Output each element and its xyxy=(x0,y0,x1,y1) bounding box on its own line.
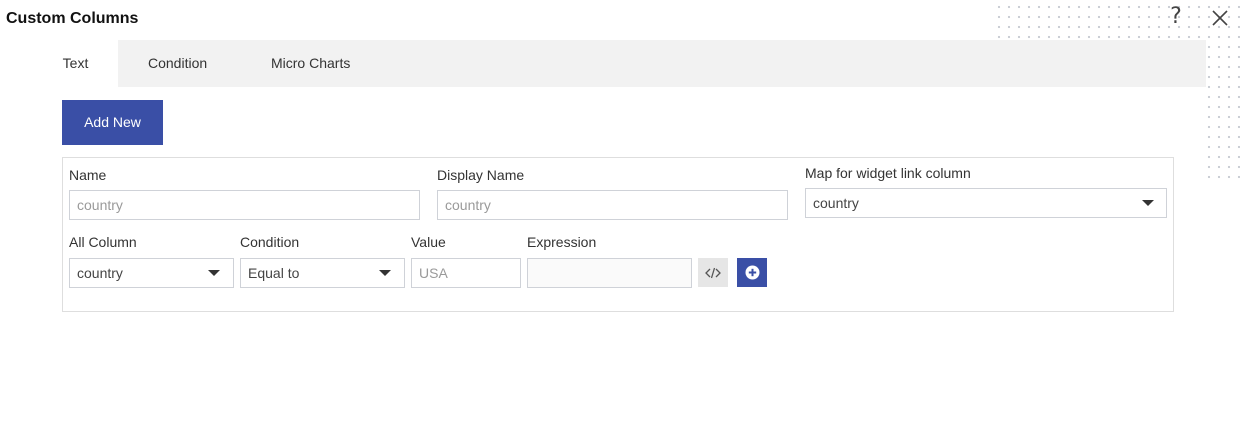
condition-label: Condition xyxy=(240,234,300,250)
tab-micro-charts[interactable]: Micro Charts xyxy=(271,40,350,87)
add-condition-button[interactable] xyxy=(737,258,767,287)
all-column-select[interactable]: country xyxy=(69,258,234,288)
name-label: Name xyxy=(69,167,107,183)
map-widget-link-value: country xyxy=(813,195,859,211)
chevron-down-icon xyxy=(1142,200,1154,206)
add-new-button[interactable]: Add New xyxy=(62,100,163,145)
name-input[interactable]: country xyxy=(69,190,420,220)
tab-text[interactable]: Text xyxy=(33,40,118,87)
all-column-label: All Column xyxy=(69,234,137,250)
display-name-label: Display Name xyxy=(437,167,525,183)
chevron-down-icon xyxy=(379,270,391,276)
help-icon[interactable]: ? xyxy=(1166,5,1186,29)
value-input[interactable]: USA xyxy=(411,258,521,288)
condition-value: Equal to xyxy=(248,265,300,281)
display-name-input[interactable]: country xyxy=(437,190,788,220)
tab-condition[interactable]: Condition xyxy=(148,40,207,87)
condition-select[interactable]: Equal to xyxy=(240,258,405,288)
tab-bar: Text Condition Micro Charts xyxy=(33,40,1206,87)
expression-input[interactable] xyxy=(527,258,692,288)
dialog-title: Custom Columns xyxy=(6,10,139,27)
plus-circle-icon xyxy=(745,265,759,280)
map-widget-link-select[interactable]: country xyxy=(805,188,1167,218)
expression-editor-button[interactable] xyxy=(698,258,728,287)
close-icon[interactable] xyxy=(1210,8,1230,28)
value-label: Value xyxy=(411,234,446,250)
expression-label: Expression xyxy=(527,234,597,250)
chevron-down-icon xyxy=(208,270,220,276)
map-widget-link-label: Map for widget link column xyxy=(805,165,971,181)
custom-column-panel xyxy=(62,157,1174,312)
all-column-value: country xyxy=(77,265,123,281)
code-icon xyxy=(705,267,721,278)
